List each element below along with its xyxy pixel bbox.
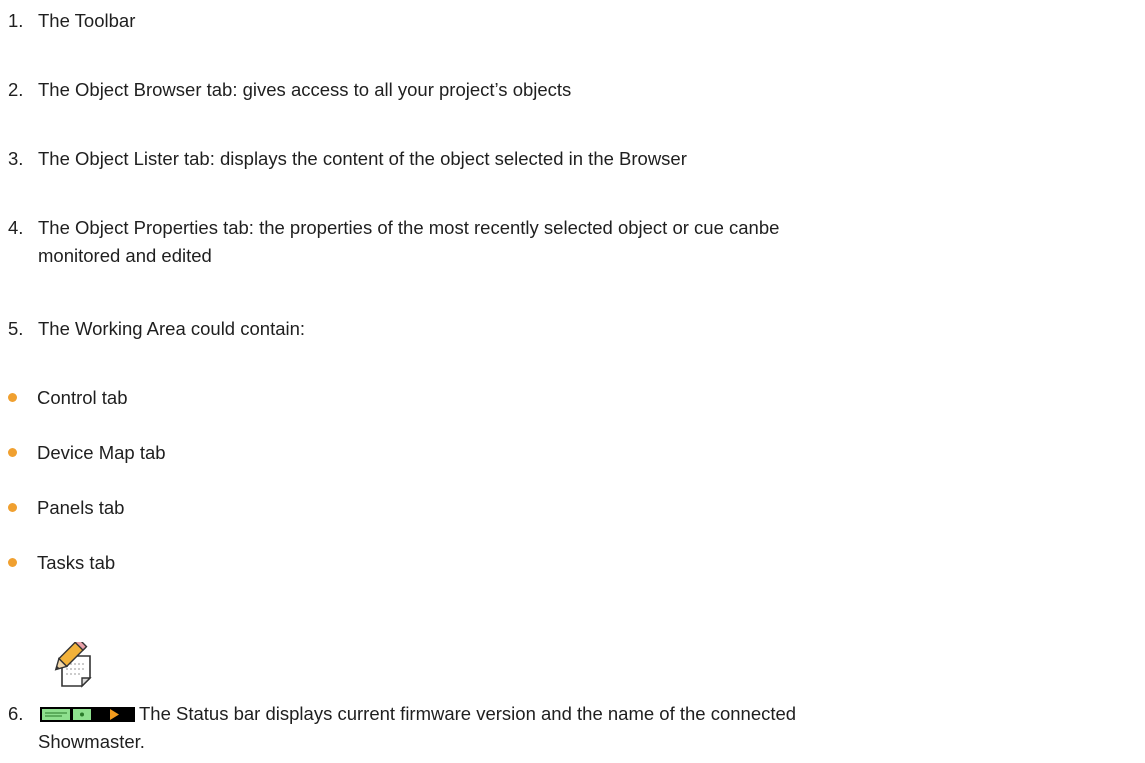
bullet-dot-icon (8, 393, 17, 402)
bullet-dot-icon (8, 503, 17, 512)
item-number: 4. (8, 217, 24, 238)
item-text: The Object Lister tab: displays the cont… (38, 148, 687, 169)
list-item-4: 4. The Object Properties tab: the propert… (8, 214, 779, 270)
item-number: 6. (8, 703, 24, 724)
item-text: The Toolbar (38, 10, 136, 31)
item-text: The Working Area could contain: (38, 318, 306, 339)
list-item-2: 2. The Object Browser tab: gives access t… (8, 76, 571, 104)
note-pencil-icon (48, 642, 94, 688)
bullet-text: Panels tab (37, 497, 125, 518)
bullet-dot-icon (8, 558, 17, 567)
bullet-dot-icon (8, 448, 17, 457)
bullet-item: Tasks tab (8, 549, 115, 577)
list-item-3: 3. The Object Lister tab: displays the co… (8, 145, 687, 173)
bullet-text: Control tab (37, 387, 128, 408)
item-text: The Object Properties tab: the propertie… (38, 217, 780, 238)
bullet-item: Control tab (8, 384, 128, 412)
item-number: 1. (8, 10, 24, 31)
item-text: The Status bar displays current firmware… (139, 703, 797, 724)
bullet-item: Device Map tab (8, 439, 166, 467)
item-number: 2. (8, 79, 24, 100)
list-item-5: 5. The Working Area could contain: (8, 315, 305, 343)
item-number: 3. (8, 148, 24, 169)
list-item-6: 6. The Status bar displays current firmwa… (8, 700, 1128, 756)
bullet-text: Tasks tab (37, 552, 116, 573)
item-text-continuation: monitored and edited (38, 245, 212, 266)
item-text-continuation: Showmaster. (38, 731, 145, 752)
list-item-1: 1. The Toolbar (8, 7, 135, 35)
item-text: The Object Browser tab: gives access to … (38, 79, 572, 100)
bullet-text: Device Map tab (37, 442, 166, 463)
bullet-item: Panels tab (8, 494, 124, 522)
item-number: 5. (8, 318, 24, 339)
